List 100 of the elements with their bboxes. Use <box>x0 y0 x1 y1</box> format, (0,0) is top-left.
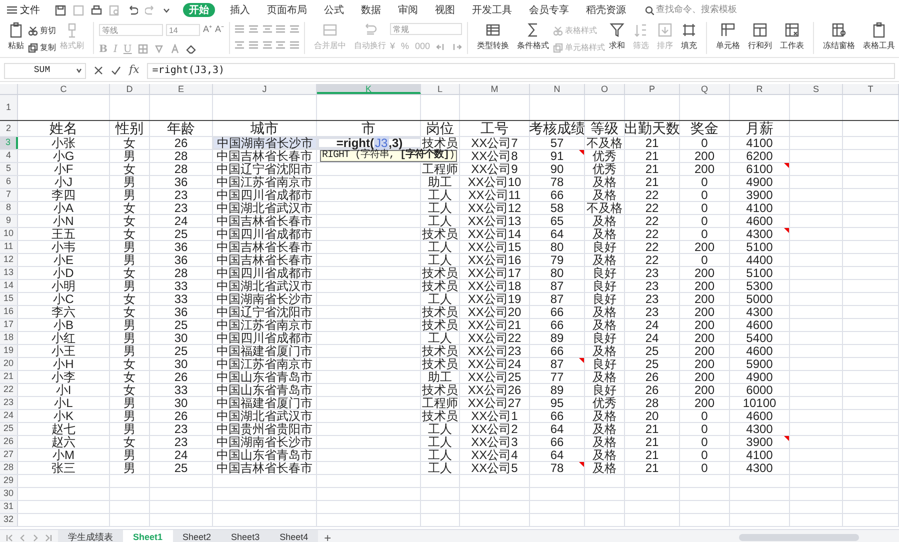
menu-icon[interactable] <box>7 6 17 14</box>
row-header[interactable]: 13 <box>0 267 18 279</box>
previous-sheet-icon[interactable] <box>19 534 26 542</box>
column-header[interactable]: L <box>421 84 460 94</box>
last-sheet-icon[interactable] <box>45 534 52 542</box>
row-header[interactable]: 22 <box>0 384 18 396</box>
file-menu[interactable]: 文件 <box>5 2 42 18</box>
scrollbar-thumb[interactable] <box>739 534 859 541</box>
decrease-decimal-icon[interactable] <box>452 42 462 51</box>
font-size-button[interactable]: A⁻ <box>215 23 224 36</box>
align-icon[interactable] <box>290 25 300 33</box>
column-header[interactable]: N <box>530 84 585 94</box>
save-icon[interactable] <box>55 4 66 16</box>
column-header[interactable]: M <box>460 84 530 94</box>
row-header[interactable]: 29 <box>0 475 18 487</box>
sheet-tab[interactable]: Sheet4 <box>270 530 318 542</box>
ribbon-tab[interactable]: 数据 <box>359 3 383 17</box>
row-header[interactable]: 1 <box>0 95 18 120</box>
next-sheet-icon[interactable] <box>32 534 39 542</box>
row-header[interactable]: 27 <box>0 449 18 461</box>
border-icon[interactable] <box>138 44 148 54</box>
ribbon-button[interactable]: 条件格式 <box>513 22 554 56</box>
ribbon-button[interactable]: 剪切 <box>28 24 56 37</box>
row-header[interactable]: 9 <box>0 215 18 227</box>
align-icon[interactable] <box>290 41 300 49</box>
row-header[interactable]: 18 <box>0 332 18 344</box>
column-header[interactable]: T <box>843 84 899 94</box>
caret-icon[interactable] <box>163 6 170 14</box>
sheet-tab[interactable]: Sheet3 <box>221 530 270 542</box>
ribbon-button[interactable]: 冻结窗格 <box>819 22 859 56</box>
ribbon-button[interactable]: 工作表 <box>776 22 808 56</box>
increase-decimal-icon[interactable] <box>436 42 446 51</box>
row-header[interactable]: 25 <box>0 423 18 435</box>
font-size-button[interactable]: A⁺ <box>202 23 212 36</box>
row-header[interactable]: 26 <box>0 436 18 448</box>
row-header[interactable]: 32 <box>0 514 18 526</box>
row-header[interactable]: 7 <box>0 189 18 201</box>
document-icon[interactable] <box>73 4 84 16</box>
insert-function-button[interactable]: fx <box>129 62 140 79</box>
align-icon[interactable] <box>262 25 272 33</box>
cancel-icon[interactable] <box>94 66 103 75</box>
ribbon-button[interactable]: 粘贴 <box>4 22 28 56</box>
search-icon[interactable] <box>645 6 654 14</box>
row-header[interactable]: 5 <box>0 163 18 175</box>
row-header[interactable]: 19 <box>0 345 18 357</box>
ribbon-tab[interactable]: 视图 <box>433 3 457 17</box>
row-header[interactable]: 6 <box>0 176 18 188</box>
search-field[interactable]: 查找命令、搜索模板 <box>645 3 737 17</box>
ribbon-tab[interactable]: 稻壳资源 <box>584 3 628 17</box>
row-header[interactable]: 15 <box>0 293 18 305</box>
eraser-icon[interactable] <box>186 44 196 54</box>
row-header[interactable]: 24 <box>0 410 18 422</box>
font-field[interactable]: 等线 <box>98 24 163 36</box>
ribbon-tab[interactable]: 审阅 <box>396 3 420 17</box>
column-header[interactable]: S <box>790 84 843 94</box>
row-header[interactable]: 31 <box>0 501 18 513</box>
column-header[interactable]: E <box>150 84 213 94</box>
row-header[interactable]: 20 <box>0 358 18 370</box>
ribbon-button[interactable]: 填充 <box>677 22 702 56</box>
row-header[interactable]: 10 <box>0 228 18 240</box>
font-size-field[interactable]: 14 <box>166 24 200 36</box>
row-header[interactable]: 12 <box>0 254 18 266</box>
name-box[interactable]: SUM <box>4 62 86 78</box>
ribbon-tab[interactable]: 开发工具 <box>470 3 514 17</box>
column-header[interactable]: R <box>730 84 790 94</box>
print-icon[interactable] <box>91 4 102 16</box>
align-icon[interactable] <box>235 41 244 49</box>
row-header[interactable]: 28 <box>0 462 18 474</box>
redo-icon[interactable] <box>145 4 156 16</box>
align-icon[interactable] <box>235 25 244 33</box>
align-icon[interactable] <box>276 41 286 49</box>
row-header[interactable]: 2 <box>0 121 18 136</box>
column-header[interactable]: Q <box>680 84 730 94</box>
row-header[interactable]: 8 <box>0 202 18 214</box>
caret-icon[interactable] <box>76 68 82 73</box>
ribbon-tab[interactable]: 页面布局 <box>265 3 309 17</box>
ribbon-tab[interactable]: 会员专享 <box>527 3 571 17</box>
ribbon-button[interactable]: 类型转换 <box>473 22 514 56</box>
ribbon-button[interactable]: 行和列 <box>744 22 776 56</box>
align-icon[interactable] <box>262 41 272 49</box>
row-header[interactable]: 4 <box>0 150 18 162</box>
row-header[interactable]: 30 <box>0 488 18 500</box>
column-header[interactable]: P <box>625 84 680 94</box>
column-header[interactable]: D <box>110 84 150 94</box>
row-header[interactable]: 11 <box>0 241 18 253</box>
ribbon-button[interactable]: 求和 <box>605 22 630 56</box>
align-icon[interactable] <box>248 41 258 49</box>
ribbon-button[interactable]: 单元格 <box>712 22 744 56</box>
ribbon-button[interactable]: 表格工具 <box>859 22 899 56</box>
font-color-icon[interactable] <box>170 44 180 54</box>
undo-icon[interactable] <box>127 4 138 16</box>
preview-icon[interactable] <box>109 4 120 16</box>
align-icon[interactable] <box>248 25 258 33</box>
ribbon-button[interactable]: 复制 <box>28 41 56 54</box>
sheet-tab[interactable]: 学生成绩表 <box>58 530 123 542</box>
number-format-field[interactable]: 常规 <box>390 23 462 35</box>
add-sheet-button[interactable]: + <box>318 528 338 542</box>
row-header[interactable]: 21 <box>0 371 18 383</box>
column-header[interactable]: C <box>18 84 110 94</box>
formula-field[interactable]: =right(J3,3) <box>147 62 895 78</box>
